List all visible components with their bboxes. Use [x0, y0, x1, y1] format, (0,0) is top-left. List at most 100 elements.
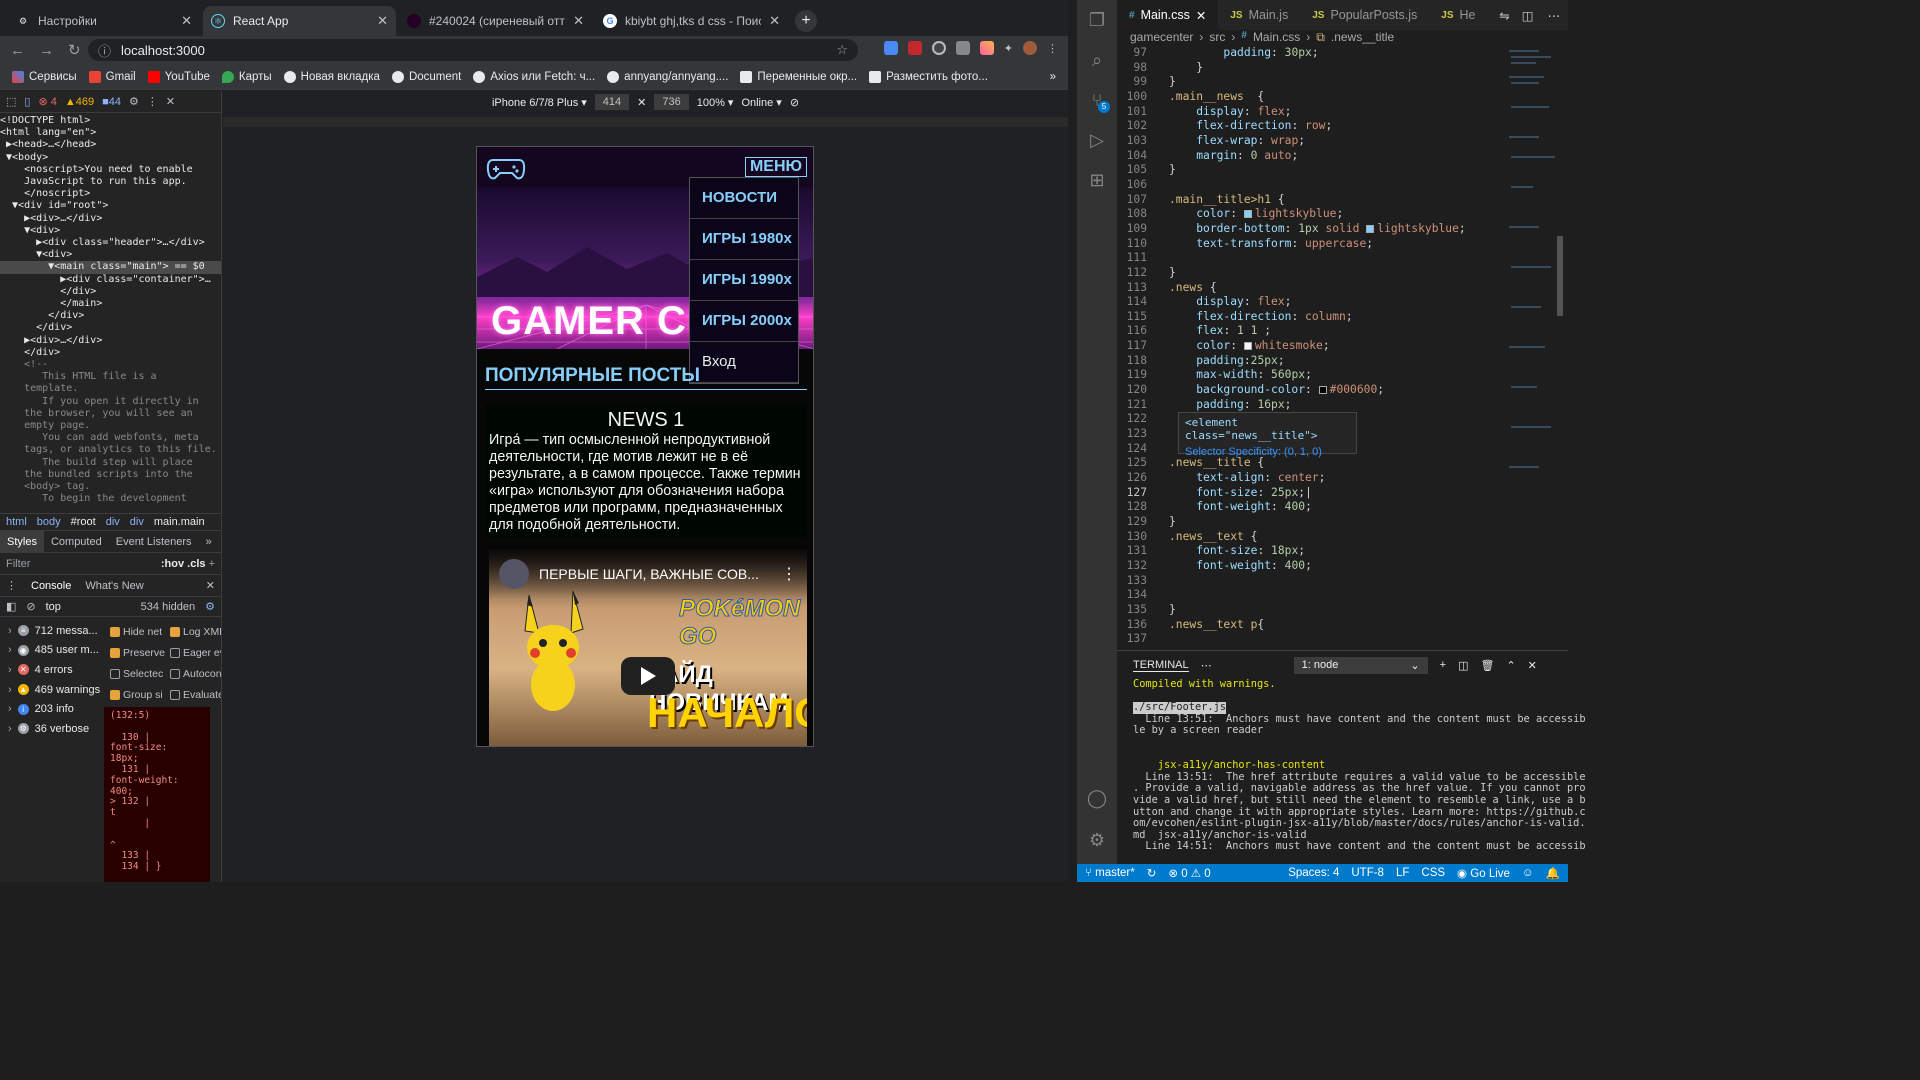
indentation-indicator[interactable]: Spaces: 4: [1288, 867, 1339, 879]
console-setting-checkbox[interactable]: Preserve: [110, 642, 170, 663]
code-line[interactable]: 126 text-align: center;: [1117, 471, 1507, 486]
breadcrumb-item[interactable]: main.main: [154, 516, 205, 528]
dom-node[interactable]: ▶<div>…</div>: [0, 335, 221, 347]
checkbox[interactable]: [110, 626, 120, 637]
extensions-icon[interactable]: ⊞: [1077, 160, 1117, 200]
code-line[interactable]: 130 .news__text {: [1117, 530, 1507, 545]
console-sidebar-item[interactable]: › ▲ 469 warnings: [0, 680, 104, 700]
account-icon[interactable]: ◯: [1077, 778, 1117, 818]
code-line[interactable]: 103 flex-wrap: wrap;: [1117, 134, 1507, 149]
more-actions-icon[interactable]: ⋯: [1540, 8, 1569, 23]
dom-node[interactable]: template.: [0, 383, 221, 395]
tab-header-js[interactable]: JS He: [1429, 0, 1487, 30]
feedback-icon[interactable]: ☺: [1522, 867, 1534, 879]
bell-icon[interactable]: 🔔: [1546, 866, 1560, 880]
dom-node[interactable]: </div>: [0, 310, 221, 322]
console-sidebar-item[interactable]: › i 203 info: [0, 699, 104, 719]
explorer-icon[interactable]: ❐: [1077, 0, 1117, 40]
compare-icon[interactable]: ⇋: [1493, 8, 1515, 23]
split-editor-icon[interactable]: ◫: [1516, 8, 1540, 23]
chevron-up-icon[interactable]: ⌃: [1506, 659, 1515, 672]
puzzle-icon[interactable]: ✦: [1004, 42, 1013, 55]
code-line[interactable]: 102 flex-direction: row;: [1117, 119, 1507, 134]
bookmark-maps[interactable]: Карты: [221, 70, 272, 83]
dom-node[interactable]: ▼<div>: [0, 225, 221, 237]
info-icon[interactable]: ⓘ: [98, 41, 111, 60]
code-editor[interactable]: 97 padding: 30px; 98 } 99} 100 .main__news {…: [1117, 46, 1507, 650]
more-actions-icon[interactable]: ⋯: [1201, 659, 1212, 672]
code-line[interactable]: 106: [1117, 178, 1507, 193]
code-line[interactable]: 127 font-size: 25px;|: [1117, 486, 1507, 501]
extension-icon[interactable]: [907, 41, 922, 55]
tab-event-listeners[interactable]: Event Listeners: [109, 531, 199, 553]
console-sidebar-item[interactable]: › ✕ 4 errors: [0, 660, 104, 680]
code-line[interactable]: 136 .news__text p{: [1117, 618, 1507, 633]
dom-node[interactable]: </div>: [0, 322, 221, 334]
code-line[interactable]: 121 padding: 16px;: [1117, 398, 1507, 413]
code-line[interactable]: 105}: [1117, 163, 1507, 178]
dom-node[interactable]: <!--: [0, 359, 221, 371]
console-setting-checkbox[interactable]: Eager ev: [170, 642, 221, 663]
code-line[interactable]: 98 }: [1117, 61, 1507, 76]
manage-gear-icon[interactable]: ⚙: [1077, 820, 1117, 860]
tab-color[interactable]: #240024 (сиреневый оттено ✕: [399, 6, 592, 36]
menu-item-games-2000[interactable]: ИГРЫ 2000х: [690, 301, 798, 342]
filter-input[interactable]: Filter: [6, 558, 30, 570]
extension-icon[interactable]: [979, 41, 994, 55]
close-icon[interactable]: ✕: [769, 13, 780, 29]
language-indicator[interactable]: CSS: [1421, 867, 1445, 879]
error-count[interactable]: ⊗ 4: [38, 95, 56, 108]
tab-console[interactable]: Console: [31, 580, 71, 592]
dom-node[interactable]: ▼<main class="main"> == $0: [0, 261, 221, 274]
checkbox[interactable]: [110, 647, 120, 658]
code-line[interactable]: 137: [1117, 632, 1507, 647]
close-icon[interactable]: ✕: [206, 579, 215, 592]
terminal-output[interactable]: Compiled with warnings. ./src/Footer.js L…: [1117, 678, 1586, 853]
code-line[interactable]: 107 .main__title>h1 {: [1117, 193, 1507, 208]
avatar[interactable]: [1023, 41, 1037, 55]
dom-node[interactable]: empty page.: [0, 420, 221, 432]
dom-tree[interactable]: <!DOCTYPE html> <html lang="en"> ▶<head>……: [0, 113, 221, 513]
code-line[interactable]: 134: [1117, 588, 1507, 603]
code-line[interactable]: 110 text-transform: uppercase;: [1117, 237, 1507, 252]
dom-node[interactable]: </main>: [0, 298, 221, 310]
warning-count[interactable]: ▲469: [65, 96, 94, 108]
dom-node[interactable]: <!DOCTYPE html>: [0, 115, 221, 127]
checkbox[interactable]: [110, 668, 120, 679]
gamepad-icon[interactable]: [485, 152, 527, 182]
sidebar-toggle-icon[interactable]: ◧: [6, 600, 16, 613]
console-setting-checkbox[interactable]: Hide net: [110, 621, 170, 642]
code-line[interactable]: 118 padding:25px;: [1117, 354, 1507, 369]
bookmark-document[interactable]: Document: [391, 70, 461, 83]
reload-icon[interactable]: ↻: [68, 41, 81, 59]
code-line[interactable]: 108 color: lightskyblue;: [1117, 207, 1507, 222]
dom-node[interactable]: ▶<div>…</div>: [0, 213, 221, 225]
console-setting-checkbox[interactable]: Selectec: [110, 663, 170, 684]
bookmark-star-icon[interactable]: ☆: [836, 42, 848, 58]
terminal-select[interactable]: 1: node ⌄: [1293, 656, 1428, 674]
checkbox[interactable]: [170, 647, 180, 658]
dom-node[interactable]: This HTML file is a: [0, 371, 221, 383]
code-line[interactable]: 112}: [1117, 266, 1507, 281]
code-line[interactable]: 135}: [1117, 603, 1507, 618]
source-control-icon[interactable]: ⑂ 5: [1077, 80, 1117, 120]
search-icon[interactable]: ⌕: [1077, 40, 1117, 80]
breadcrumb-item[interactable]: div: [130, 516, 144, 528]
address-bar[interactable]: ⓘ localhost:3000 ☆: [88, 39, 858, 61]
split-terminal-icon[interactable]: ◫: [1458, 659, 1468, 672]
code-line[interactable]: 129}: [1117, 515, 1507, 530]
breadcrumb-item[interactable]: gamecenter: [1130, 30, 1193, 46]
width-input[interactable]: 414: [594, 94, 630, 110]
height-input[interactable]: 736: [654, 94, 689, 110]
kebab-menu-icon[interactable]: ⋮: [1047, 42, 1058, 55]
info-count[interactable]: ■44: [102, 96, 121, 108]
branch-indicator[interactable]: ⑂ master*: [1085, 867, 1135, 879]
checkbox[interactable]: [170, 626, 180, 637]
code-line[interactable]: 120 background-color: #000600;: [1117, 383, 1507, 398]
dom-node[interactable]: ▼<div id="root">: [0, 200, 221, 212]
dom-node[interactable]: </div>: [0, 286, 221, 298]
cls-toggle[interactable]: .cls: [187, 558, 205, 570]
dom-node[interactable]: The build step will place: [0, 457, 221, 469]
code-line[interactable]: 97 padding: 30px;: [1117, 46, 1507, 61]
code-line[interactable]: 133: [1117, 574, 1507, 589]
